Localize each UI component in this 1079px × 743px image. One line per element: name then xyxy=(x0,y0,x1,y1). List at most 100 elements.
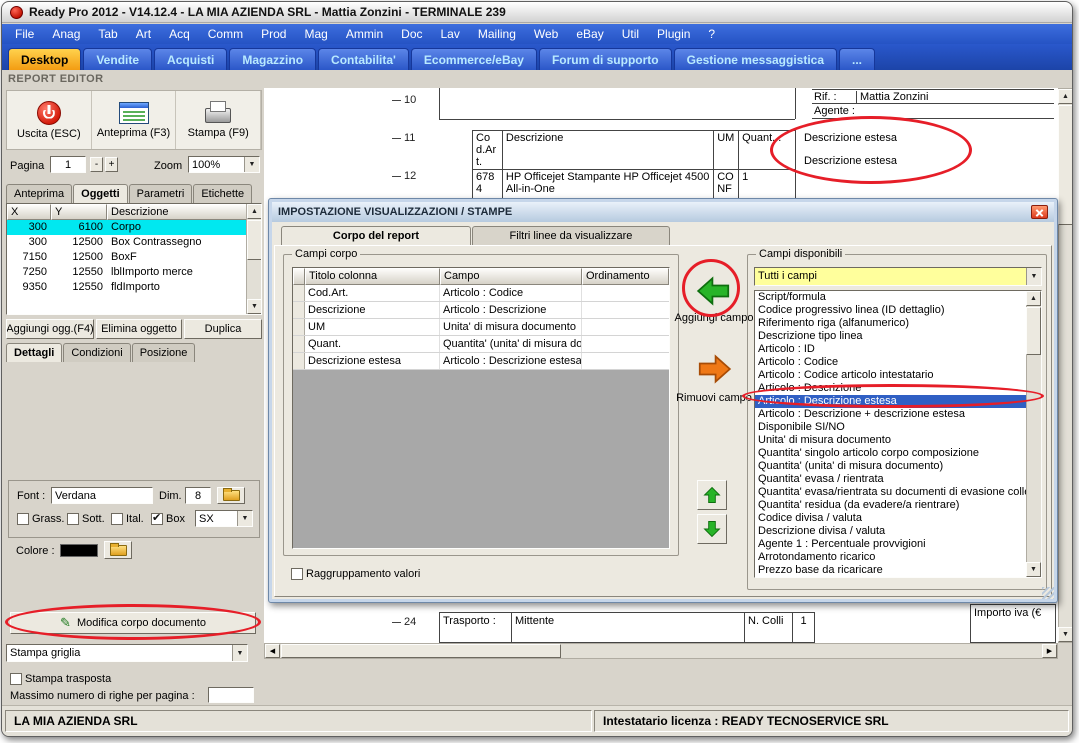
list-item-articolo-descrizione-estesa[interactable]: Articolo : Descrizione estesa xyxy=(755,395,1026,408)
object-row[interactable]: 300 12500 Box Contrassegno xyxy=(7,235,261,250)
color-picker-button[interactable] xyxy=(104,541,132,559)
scroll-right-icon[interactable]: ▶ xyxy=(1042,644,1057,658)
align-select[interactable]: SX xyxy=(195,510,253,527)
list-item-articolo-descrizione-descrizione-estesa[interactable]: Articolo : Descrizione + descrizione est… xyxy=(755,408,1026,421)
list-scrollbar[interactable]: ▲ ▼ xyxy=(1026,291,1041,577)
list-item-quantita-evasa-rientrata-su-documenti-di-evasione-colleg[interactable]: Quantita' evasa/rientrata su documenti d… xyxy=(755,486,1026,499)
main-tab-forum-di-supporto[interactable]: Forum di supporto xyxy=(538,48,672,70)
campi-corpo-row[interactable]: Cod.Art. Articolo : Codice xyxy=(293,285,669,302)
chevron-down-icon[interactable] xyxy=(1026,268,1041,285)
scroll-up-icon[interactable]: ▲ xyxy=(1026,291,1041,306)
title-bar[interactable]: Ready Pro 2012 - V14.12.4 - LA MIA AZIEN… xyxy=(2,2,1072,23)
raggruppamento-checkbox[interactable]: Raggruppamento valori xyxy=(291,568,420,580)
scrollbar-thumb[interactable] xyxy=(1026,307,1041,355)
font-input[interactable]: Verdana xyxy=(51,487,153,504)
list-item-riferimento-riga-alfanumerico[interactable]: Riferimento riga (alfanumerico) xyxy=(755,317,1026,330)
chevron-down-icon[interactable] xyxy=(244,157,259,172)
menu-item-tab[interactable]: Tab xyxy=(89,24,126,44)
max-righe-input[interactable] xyxy=(208,687,254,703)
main-tab-ecommerce-ebay[interactable]: Ecommerce/eBay xyxy=(410,48,537,70)
list-item-articolo-descrizione[interactable]: Articolo : Descrizione xyxy=(755,382,1026,395)
checkbox-icon[interactable] xyxy=(10,673,22,685)
modifica-corpo-button[interactable]: ✎ Modifica corpo documento xyxy=(10,612,256,634)
object-row[interactable]: 7250 12550 lblImporto merce xyxy=(7,265,261,280)
preview-hscrollbar[interactable]: ◀ ▶ xyxy=(264,643,1058,659)
dim-input[interactable]: 8 xyxy=(185,487,211,504)
list-item-prezzo-base-da-ricaricare[interactable]: Prezzo base da ricaricare xyxy=(755,564,1026,577)
close-icon[interactable] xyxy=(1031,205,1048,219)
campi-corpo-row[interactable]: Quant.Quantita' (unita' di misura docum.… xyxy=(293,336,669,353)
scroll-left-icon[interactable]: ◀ xyxy=(265,644,280,658)
main-tab-item[interactable]: ... xyxy=(839,48,876,70)
main-tab-contabilita[interactable]: Contabilita' xyxy=(318,48,409,70)
stampa-griglia-select[interactable]: Stampa griglia xyxy=(6,644,248,662)
tab-condizioni[interactable]: Condizioni xyxy=(63,343,131,362)
column-header-campo[interactable]: Campo xyxy=(440,268,582,285)
box-checkbox[interactable]: Box xyxy=(151,511,185,525)
move-down-button[interactable] xyxy=(697,514,727,544)
list-item-agente-1-percentuale-provvigioni[interactable]: Agente 1 : Percentuale provvigioni xyxy=(755,538,1026,551)
campi-corpo-row[interactable]: Descrizione estesa Articolo : Descrizione… xyxy=(293,353,669,370)
preview-vscrollbar[interactable]: ▲ ▼ xyxy=(1058,88,1072,643)
menu-item-item[interactable]: ? xyxy=(699,24,724,44)
move-up-button[interactable] xyxy=(697,480,727,510)
scroll-down-icon[interactable]: ▼ xyxy=(247,299,261,314)
uscita-button[interactable]: Uscita (ESC) xyxy=(7,91,92,149)
scroll-up-icon[interactable]: ▲ xyxy=(1058,89,1072,104)
button-elimina-oggetto[interactable]: Elimina oggetto xyxy=(96,319,182,339)
menu-item-comm[interactable]: Comm xyxy=(199,24,252,44)
menu-item-prod[interactable]: Prod xyxy=(252,24,295,44)
menu-item-acq[interactable]: Acq xyxy=(160,24,199,44)
checkbox-icon[interactable] xyxy=(291,568,303,580)
color-swatch[interactable] xyxy=(60,544,98,557)
campi-corpo-row[interactable]: UM Unita' di misura documento xyxy=(293,319,669,336)
main-tab-vendite[interactable]: Vendite xyxy=(83,48,153,70)
column-header-x[interactable]: X xyxy=(7,204,51,220)
chevron-down-icon[interactable] xyxy=(232,645,247,661)
main-tab-acquisti[interactable]: Acquisti xyxy=(154,48,228,70)
menu-item-doc[interactable]: Doc xyxy=(392,24,431,44)
campi-filter-select[interactable]: Tutti i campi xyxy=(754,267,1042,286)
column-header-y[interactable]: Y xyxy=(51,204,107,220)
menu-item-art[interactable]: Art xyxy=(127,24,160,44)
sottolineato-checkbox[interactable]: Sott. xyxy=(67,513,105,525)
main-tab-gestione-messaggistica[interactable]: Gestione messaggistica xyxy=(673,48,838,70)
menu-item-ammin[interactable]: Ammin xyxy=(337,24,392,44)
rimuovi-campo-button[interactable] xyxy=(695,350,733,388)
menu-item-lav[interactable]: Lav xyxy=(432,24,469,44)
menu-item-ebay[interactable]: eBay xyxy=(567,24,612,44)
checkbox-icon[interactable] xyxy=(111,513,123,525)
list-item-codice-progressivo-linea-id-dettaglio[interactable]: Codice progressivo linea (ID dettaglio) xyxy=(755,304,1026,317)
main-tab-desktop[interactable]: Desktop xyxy=(8,48,82,70)
scroll-up-icon[interactable]: ▲ xyxy=(247,204,261,219)
column-header-titolo[interactable]: Titolo colonna xyxy=(305,268,440,285)
page-minus-button[interactable]: - xyxy=(90,157,103,172)
page-number-input[interactable]: 1 xyxy=(50,156,86,173)
list-item-articolo-codice-articolo-intestatario[interactable]: Articolo : Codice articolo intestatario xyxy=(755,369,1026,382)
tab-etichette[interactable]: Etichette xyxy=(193,184,253,203)
menu-item-mailing[interactable]: Mailing xyxy=(469,24,525,44)
dialog-tab-corpo-del-report[interactable]: Corpo del report xyxy=(281,226,471,245)
list-item-script-formula[interactable]: Script/formula xyxy=(755,291,1026,304)
list-item-quantita-unita-di-misura-documento[interactable]: Quantita' (unita' di misura documento) xyxy=(755,460,1026,473)
list-item-quantita-evasa-rientrata[interactable]: Quantita' evasa / rientrata xyxy=(755,473,1026,486)
anteprima-button[interactable]: Anteprima (F3) xyxy=(92,91,177,149)
dialog-tab-filtri-linee-da-visualizzare[interactable]: Filtri linee da visualizzare xyxy=(472,226,670,245)
list-item-descrizione-tipo-linea[interactable]: Descrizione tipo linea xyxy=(755,330,1026,343)
list-item-articolo-id[interactable]: Articolo : ID xyxy=(755,343,1026,356)
scroll-down-icon[interactable]: ▼ xyxy=(1026,562,1041,577)
list-item-quantita-singolo-articolo-corpo-composizione[interactable]: Quantita' singolo articolo corpo composi… xyxy=(755,447,1026,460)
object-row[interactable]: 300 6100 Corpo xyxy=(7,220,261,235)
stampa-trasposta-checkbox[interactable]: Stampa trasposta xyxy=(10,673,111,685)
list-item-arrotondamento-ricarico[interactable]: Arrotondamento ricarico xyxy=(755,551,1026,564)
tab-dettagli[interactable]: Dettagli xyxy=(6,343,63,362)
main-tab-magazzino[interactable]: Magazzino xyxy=(229,48,317,70)
scroll-down-icon[interactable]: ▼ xyxy=(1058,627,1072,642)
font-picker-button[interactable] xyxy=(217,487,245,504)
list-item-descrizione-divisa-valuta[interactable]: Descrizione divisa / valuta xyxy=(755,525,1026,538)
menu-item-web[interactable]: Web xyxy=(525,24,567,44)
menu-item-plugin[interactable]: Plugin xyxy=(648,24,699,44)
checkbox-icon[interactable] xyxy=(151,511,163,525)
button-aggiungi-ogg-f4[interactable]: Aggiungi ogg.(F4) xyxy=(6,319,94,339)
menu-item-file[interactable]: File xyxy=(6,24,43,44)
